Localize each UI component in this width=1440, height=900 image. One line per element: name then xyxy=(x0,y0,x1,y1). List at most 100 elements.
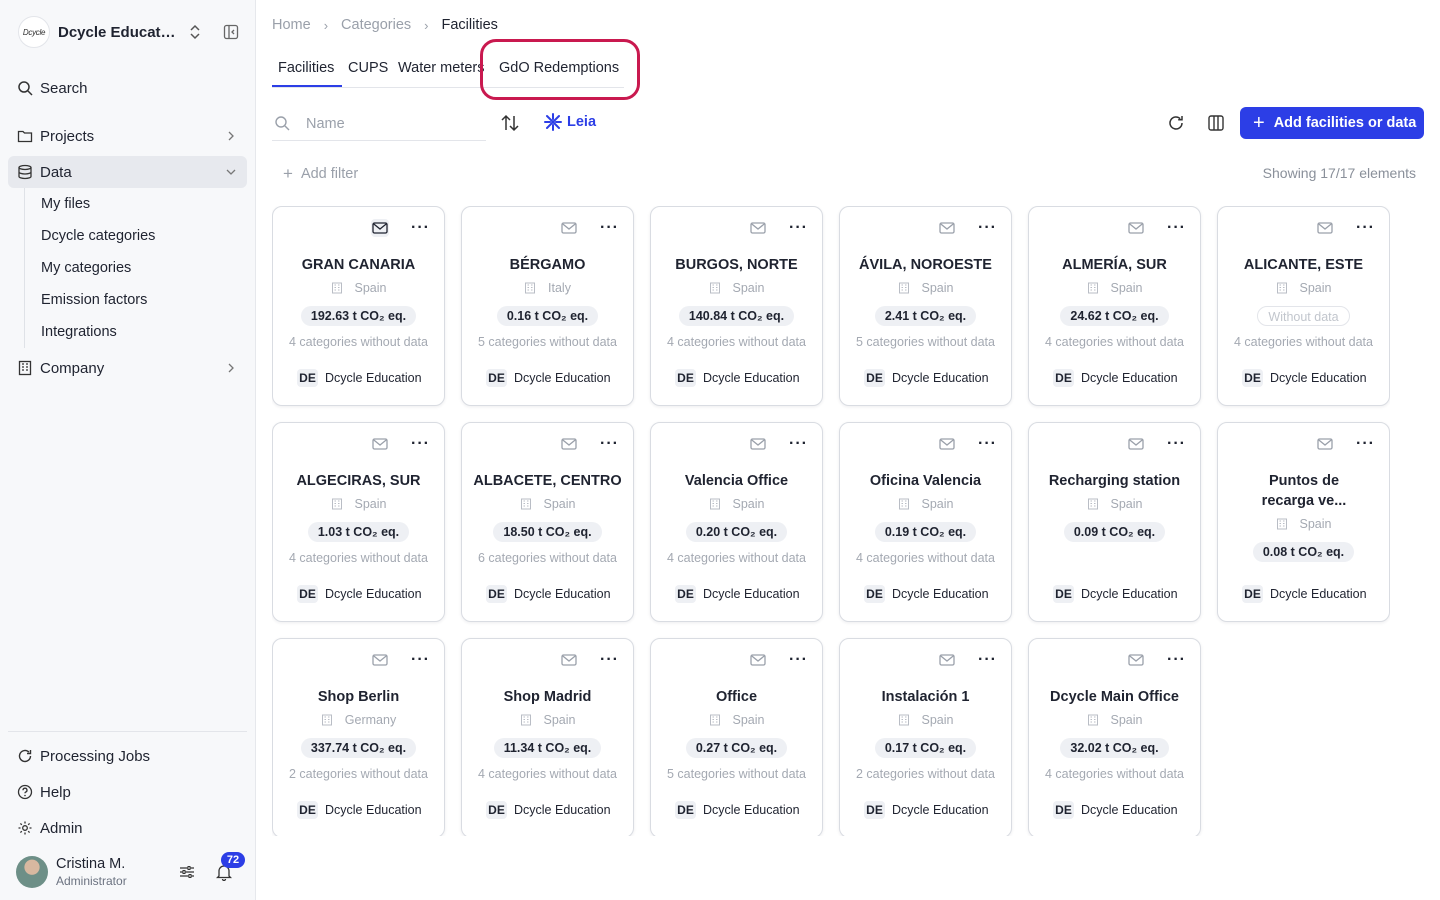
refresh-icon[interactable] xyxy=(1167,114,1185,132)
more-options-icon[interactable]: ··· xyxy=(411,219,430,237)
more-options-icon[interactable]: ··· xyxy=(978,651,997,669)
facility-card[interactable]: ··· Oficina Valencia Spain 0.19 t CO₂ eq. 4 … xyxy=(839,422,1012,622)
facility-card[interactable]: ··· Shop Madrid Spain 11.34 t CO₂ eq. 4 cate… xyxy=(461,638,634,836)
breadcrumb-categories[interactable]: Categories xyxy=(341,17,411,33)
categories-without-data: 2 categories without data xyxy=(856,767,995,781)
sidebar-item-admin[interactable]: Admin xyxy=(8,812,247,844)
mail-icon[interactable] xyxy=(371,219,389,237)
mail-icon[interactable] xyxy=(560,435,578,453)
mail-icon[interactable] xyxy=(749,435,767,453)
emissions-badge: 0.17 t CO₂ eq. xyxy=(840,738,1011,758)
facility-card[interactable]: ··· ALICANTE, ESTE Spain Without data 4 cate… xyxy=(1217,206,1390,406)
facility-card[interactable]: ··· ÁVILA, NOROESTE Spain 2.41 t CO₂ eq. 5 c… xyxy=(839,206,1012,406)
mail-icon[interactable] xyxy=(1127,219,1145,237)
mail-icon[interactable] xyxy=(938,435,956,453)
sidebar-item-company[interactable]: Company xyxy=(8,352,247,384)
tab-facilities[interactable]: Facilities xyxy=(278,60,334,76)
mail-icon[interactable] xyxy=(749,651,767,669)
user-profile[interactable]: Cristina M. Administrator 72 xyxy=(16,852,246,889)
more-options-icon[interactable]: ··· xyxy=(1167,651,1186,669)
more-options-icon[interactable]: ··· xyxy=(1356,435,1375,453)
facility-card[interactable]: ··· Puntos de recarga ve... Spain 0.08 t CO… xyxy=(1217,422,1390,622)
emissions-value: 337.74 t CO₂ eq. xyxy=(300,738,417,758)
add-filter-button[interactable]: + Add filter xyxy=(283,164,358,184)
sidebar-subitem-my-files[interactable]: My files xyxy=(25,188,247,220)
sidebar-subitem-integrations[interactable]: Integrations xyxy=(25,316,247,348)
collapse-sidebar-icon[interactable] xyxy=(223,24,239,40)
search-nav[interactable]: Search xyxy=(8,72,247,104)
sidebar-subitem-emission-factors[interactable]: Emission factors xyxy=(25,284,247,316)
mail-icon[interactable] xyxy=(938,219,956,237)
mail-icon[interactable] xyxy=(371,435,389,453)
facility-card[interactable]: ··· Instalación 1 Spain 0.17 t CO₂ eq. 2 cat… xyxy=(839,638,1012,836)
sidebar-item-projects[interactable]: Projects xyxy=(8,120,247,152)
facility-card[interactable]: ··· GRAN CANARIA Spain 192.63 t CO₂ eq. 4 ca… xyxy=(272,206,445,406)
breadcrumb-home[interactable]: Home xyxy=(272,17,311,33)
more-options-icon[interactable]: ··· xyxy=(600,219,619,237)
tab-cups[interactable]: CUPS xyxy=(348,60,388,76)
gear-icon xyxy=(18,821,32,835)
columns-icon[interactable] xyxy=(1207,114,1225,132)
facility-card[interactable]: ··· BÉRGAMO Italy 0.16 t CO₂ eq. 5 categorie… xyxy=(461,206,634,406)
owner-initials-badge: DE xyxy=(1053,585,1074,603)
leia-button[interactable]: Leia xyxy=(544,113,596,131)
mail-icon[interactable] xyxy=(560,651,578,669)
emissions-value: 18.50 t CO₂ eq. xyxy=(493,522,602,542)
mail-icon[interactable] xyxy=(1127,435,1145,453)
chevron-up-down-icon[interactable] xyxy=(188,23,202,41)
sidebar-subitem-my-categories[interactable]: My categories xyxy=(25,252,247,284)
facility-name: BÉRGAMO xyxy=(509,257,586,273)
building-icon xyxy=(709,282,727,294)
facility-owner: DE Dcycle Education xyxy=(675,585,800,603)
building-icon xyxy=(1087,498,1105,510)
facility-card[interactable]: ··· ALMERÍA, SUR Spain 24.62 t CO₂ eq. 4 cat… xyxy=(1028,206,1201,406)
facility-card[interactable]: ··· Dcycle Main Office Spain 32.02 t CO₂ eq… xyxy=(1028,638,1201,836)
mail-icon[interactable] xyxy=(560,219,578,237)
facility-card[interactable]: ··· Valencia Office Spain 0.20 t CO₂ eq. 4 c… xyxy=(650,422,823,622)
facility-card[interactable]: ··· ALGECIRAS, SUR Spain 1.03 t CO₂ eq. 4 ca… xyxy=(272,422,445,622)
more-options-icon[interactable]: ··· xyxy=(411,435,430,453)
mail-icon[interactable] xyxy=(1316,219,1334,237)
categories-without-data: 4 categories without data xyxy=(289,551,428,565)
search-input[interactable] xyxy=(306,114,476,134)
sliders-icon[interactable] xyxy=(179,864,195,880)
org-switcher[interactable]: Dcycle Dcycle Education xyxy=(18,16,240,48)
sidebar-subitem-dcycle-categories[interactable]: Dcycle categories xyxy=(25,220,247,252)
facility-owner: DE Dcycle Education xyxy=(297,585,422,603)
facility-card[interactable]: ··· ALBACETE, CENTRO Spain 18.50 t CO₂ eq. 6… xyxy=(461,422,634,622)
facility-card[interactable]: ··· Recharging station Spain 0.09 t CO₂ eq.… xyxy=(1028,422,1201,622)
more-options-icon[interactable]: ··· xyxy=(600,435,619,453)
tab-water-meters[interactable]: Water meters xyxy=(398,60,484,76)
mail-icon[interactable] xyxy=(1316,435,1334,453)
facility-card[interactable]: ··· Shop Berlin Germany 337.74 t CO₂ eq. 2 c… xyxy=(272,638,445,836)
sidebar-item-processing-jobs[interactable]: Processing Jobs xyxy=(8,740,247,772)
country-label: Spain xyxy=(354,281,387,295)
sidebar-item-data[interactable]: Data xyxy=(8,156,247,188)
facility-card[interactable]: ··· BURGOS, NORTE Spain 140.84 t CO₂ eq. 4 c… xyxy=(650,206,823,406)
emissions-value: 1.03 t CO₂ eq. xyxy=(307,522,410,542)
more-options-icon[interactable]: ··· xyxy=(789,651,808,669)
mail-icon[interactable] xyxy=(749,219,767,237)
sidebar-item-help[interactable]: Help xyxy=(8,776,247,808)
sort-icon[interactable] xyxy=(500,114,520,132)
mail-icon[interactable] xyxy=(1127,651,1145,669)
more-options-icon[interactable]: ··· xyxy=(600,651,619,669)
add-facilities-button[interactable]: + Add facilities or data xyxy=(1240,107,1424,139)
user-role: Administrator xyxy=(56,874,127,888)
more-options-icon[interactable]: ··· xyxy=(978,435,997,453)
emissions-badge: 140.84 t CO₂ eq. xyxy=(651,306,822,326)
mail-icon[interactable] xyxy=(371,651,389,669)
more-options-icon[interactable]: ··· xyxy=(789,219,808,237)
more-options-icon[interactable]: ··· xyxy=(411,651,430,669)
more-options-icon[interactable]: ··· xyxy=(1167,435,1186,453)
mail-icon[interactable] xyxy=(938,651,956,669)
help-icon xyxy=(17,784,33,800)
emissions-badge: 11.34 t CO₂ eq. xyxy=(462,738,633,758)
more-options-icon[interactable]: ··· xyxy=(978,219,997,237)
more-options-icon[interactable]: ··· xyxy=(1356,219,1375,237)
more-options-icon[interactable]: ··· xyxy=(789,435,808,453)
emissions-value: 140.84 t CO₂ eq. xyxy=(678,306,795,326)
more-options-icon[interactable]: ··· xyxy=(1167,219,1186,237)
categories-without-data: 5 categories without data xyxy=(856,335,995,349)
facility-card[interactable]: ··· Office Spain 0.27 t CO₂ eq. 5 categories… xyxy=(650,638,823,836)
